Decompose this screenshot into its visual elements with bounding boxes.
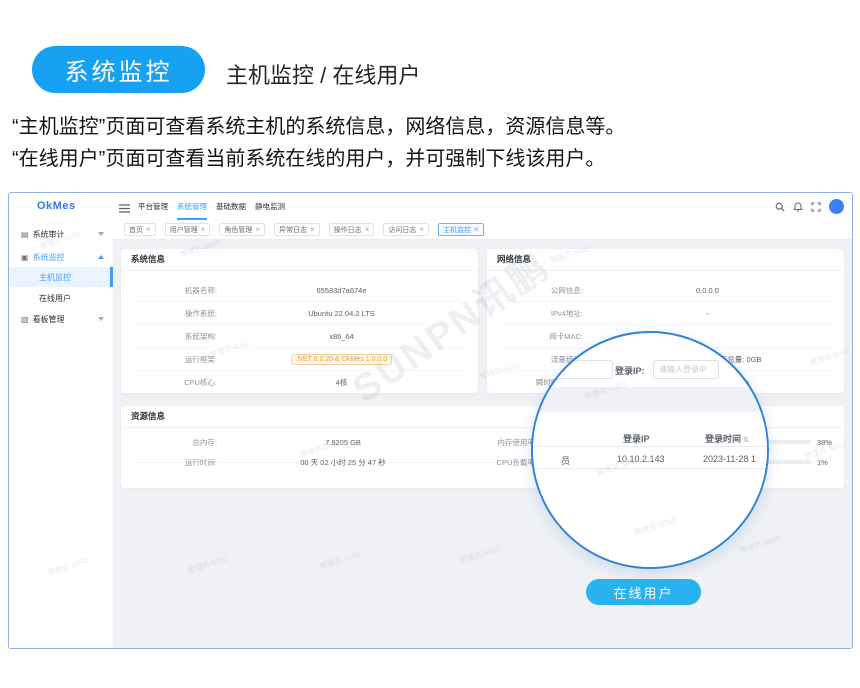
info-row: 机器名称: 65583d7a674e xyxy=(133,279,466,302)
divider xyxy=(533,468,767,469)
nav-platform-management[interactable]: 平台管理 xyxy=(138,193,168,220)
tab-role-management[interactable]: 角色管理 × xyxy=(219,223,265,236)
app-top-bar: OkMes 平台管理 系统管理 基础数据 静电监测 xyxy=(9,193,852,221)
page-gap xyxy=(533,387,767,412)
row-value: 00 天 02 小时 25 分 47 秒 xyxy=(217,457,469,468)
row-label: 运行时间: xyxy=(133,457,217,468)
app-logo: OkMes xyxy=(37,200,76,212)
sidebar-collapse-icon[interactable] xyxy=(119,201,130,212)
row-label: 总内存: xyxy=(133,437,217,448)
divider xyxy=(533,446,767,447)
board-icon: ▧ xyxy=(21,315,29,324)
search-input-fragment[interactable] xyxy=(551,360,613,379)
column-header-login-time[interactable]: 登录时间⇅ xyxy=(705,432,749,445)
audit-icon: ▤ xyxy=(21,230,29,239)
app-screenshot-frame: OkMes 平台管理 系统管理 基础数据 静电监测 xyxy=(8,192,853,649)
nav-system-management[interactable]: 系统管理 xyxy=(177,193,207,220)
row-value: - xyxy=(583,309,832,318)
nav-basic-data[interactable]: 基础数据 xyxy=(216,193,246,220)
search-icon[interactable] xyxy=(775,202,785,212)
row-label: 网卡MAC: xyxy=(499,331,583,342)
table-cell-time: 2023-11-28 1 xyxy=(703,454,756,464)
tab-label: 首页 xyxy=(129,225,143,235)
tab-label: 主机监控 xyxy=(443,225,471,235)
tab-exception-log[interactable]: 异常日志 × xyxy=(274,223,320,236)
row-value: 65583d7a674e xyxy=(217,286,466,295)
sidebar-item-board-management[interactable]: ▧ 看板管理 xyxy=(9,309,113,329)
close-icon[interactable]: × xyxy=(255,226,260,234)
sidebar-item-label: 在线用户 xyxy=(39,293,71,304)
tab-operation-log[interactable]: 操作日志 × xyxy=(329,223,375,236)
sidebar-item-host-monitor[interactable]: 主机监控 xyxy=(9,267,113,287)
tag-tabs-bar: 首页 × 用户管理 × 角色管理 × 异常日志 × 操作日志 × 访问日志 × xyxy=(113,220,852,240)
page-title: 主机监控 / 在线用户 xyxy=(226,58,420,90)
chevron-down-icon xyxy=(98,232,104,236)
row-value: 4核 xyxy=(217,377,466,388)
close-icon[interactable]: × xyxy=(310,226,315,234)
row-label: CPU核心: xyxy=(133,377,217,388)
sidebar-item-label: 主机监控 xyxy=(39,272,71,283)
sidebar-item-label: 看板管理 xyxy=(33,314,65,325)
monitor-icon: ▣ xyxy=(21,253,29,262)
row-label: 机器名称: xyxy=(133,285,217,296)
login-ip-input[interactable]: 请输入登录IP xyxy=(653,360,719,379)
progress-value: 1% xyxy=(817,458,828,467)
sidebar: ▤ 系统审计 ▣ 系统监控 主机监控 在线用户 ▧ 看板管理 xyxy=(9,220,113,648)
column-header-login-ip: 登录IP xyxy=(623,432,650,445)
tab-access-log[interactable]: 访问日志 × xyxy=(383,223,429,236)
row-label: 系统架构: xyxy=(133,331,217,342)
close-icon[interactable]: × xyxy=(201,226,206,234)
online-users-table: 登录IP 登录时间⇅ 员 10.10.2.143 2023-11-28 1 xyxy=(533,412,767,567)
sidebar-item-label: 系统监控 xyxy=(33,252,65,263)
user-avatar[interactable] xyxy=(829,199,844,214)
tab-label: 访问日志 xyxy=(388,225,416,235)
tab-user-management[interactable]: 用户管理 × xyxy=(165,223,211,236)
close-icon[interactable]: × xyxy=(365,226,370,234)
header-actions xyxy=(775,193,844,220)
chevron-down-icon xyxy=(98,317,104,321)
tab-label: 角色管理 xyxy=(224,225,252,235)
sidebar-item-online-users[interactable]: 在线用户 xyxy=(9,288,113,308)
tab-host-monitor[interactable]: 主机监控 × xyxy=(438,223,484,236)
table-cell-user: 员 xyxy=(561,454,570,467)
top-nav: 平台管理 系统管理 基础数据 静电监测 xyxy=(138,193,285,220)
row-label: 内存使用率: xyxy=(481,437,537,448)
chevron-up-icon xyxy=(98,255,104,259)
row-label: CPU负载率: xyxy=(481,457,537,468)
page: 系统监控 主机监控 / 在线用户 “主机监控”页面可查看系统主机的系统信息，网络… xyxy=(0,0,860,688)
section-badge: 系统监控 xyxy=(32,46,205,93)
close-icon[interactable]: × xyxy=(419,226,424,234)
close-icon[interactable]: × xyxy=(474,226,479,234)
tab-label: 用户管理 xyxy=(170,225,198,235)
bell-icon[interactable] xyxy=(793,202,803,212)
sort-icon[interactable]: ⇅ xyxy=(743,437,749,444)
close-icon[interactable]: × xyxy=(146,226,151,234)
column-header-label: 登录时间 xyxy=(705,434,741,444)
description-line-2: “在线用户”页面可查看当前系统在线的用户，并可强制下线该用户。 xyxy=(12,142,605,171)
row-label: 操作系统: xyxy=(133,308,217,319)
info-row: IPv4地址: - xyxy=(499,302,832,325)
fullscreen-icon[interactable] xyxy=(811,202,821,212)
row-value: 0.0.0.0 xyxy=(583,286,832,295)
nav-static-monitor[interactable]: 静电监测 xyxy=(255,193,285,220)
description-line-1: “主机监控”页面可查看系统主机的系统信息，网络信息，资源信息等。 xyxy=(12,110,625,139)
row-label: 运行框架: xyxy=(133,354,217,365)
row-value: 7.9205 GB xyxy=(217,438,469,447)
tab-home[interactable]: 首页 × xyxy=(124,223,156,236)
sidebar-item-system-monitor[interactable]: ▣ 系统监控 xyxy=(9,247,113,267)
tab-label: 异常日志 xyxy=(279,225,307,235)
online-users-callout: 在线用户 xyxy=(586,579,701,605)
magnifier-circle: 登录IP: 请输入登录IP 登录IP 登录时间⇅ 员 10.10.2.143 2… xyxy=(531,331,769,569)
panel-title: 系统信息 xyxy=(121,249,478,271)
login-ip-label: 登录IP: xyxy=(615,364,645,377)
tab-label: 操作日志 xyxy=(334,225,362,235)
